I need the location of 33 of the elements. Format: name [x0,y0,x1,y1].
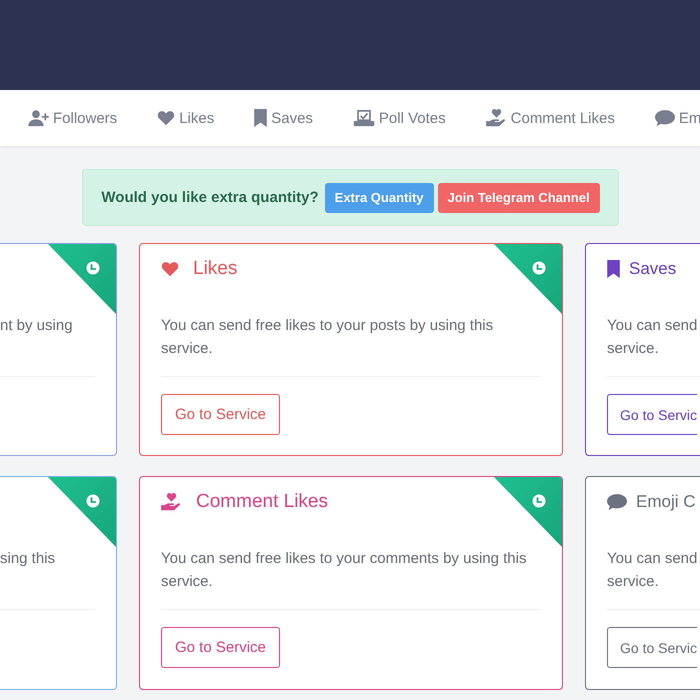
hand-heart-icon[interactable] [486,108,507,128]
bookmark-icon[interactable] [254,109,268,127]
ballot-box-icon[interactable] [352,110,375,126]
card-description: You can send free likes to your comments by using this service. [161,549,528,592]
bookmark-icon [607,260,620,278]
telegram-button[interactable]: Join Telegram Channel [438,182,600,212]
nav-link[interactable]: Comment Likes [510,110,615,126]
nav-link[interactable]: Poll Votes [378,110,446,126]
card-description: You can send free likes to your posts by using this service. [161,316,494,359]
user-plus-icon[interactable] [28,110,49,126]
go-to-service-button[interactable]: Go to Servic [607,394,698,435]
card-description: You can send service. [607,316,698,359]
card-description: sing this [0,549,56,569]
card-title: Likes [193,258,238,280]
speech-bubble-icon [607,494,627,510]
nav-link[interactable]: Saves [271,110,313,126]
alert-message: Would you like extra quantity? [101,189,319,206]
go-to-service-button[interactable]: Go to Service [161,627,280,668]
card-description: You can send service. [607,549,698,592]
go-to-service-button[interactable]: Go to Servic [607,627,698,668]
go-to-service-button[interactable]: Go to Service [161,394,280,435]
card-title: Saves [629,259,676,279]
card-title: Emoji C [636,492,696,512]
extra-quantity-button[interactable]: Extra Quantity [324,182,434,212]
hand-heart-icon [161,492,182,512]
nav-link[interactable]: Em [678,110,700,126]
nav-link[interactable]: Followers [53,110,118,126]
heart-icon [161,261,179,277]
heart-icon[interactable] [157,110,176,126]
card-title: Comment Likes [196,491,328,513]
card-description: nt by using [0,316,74,336]
nav-link[interactable]: Likes [179,110,214,126]
speech-bubble-icon[interactable] [654,110,675,126]
